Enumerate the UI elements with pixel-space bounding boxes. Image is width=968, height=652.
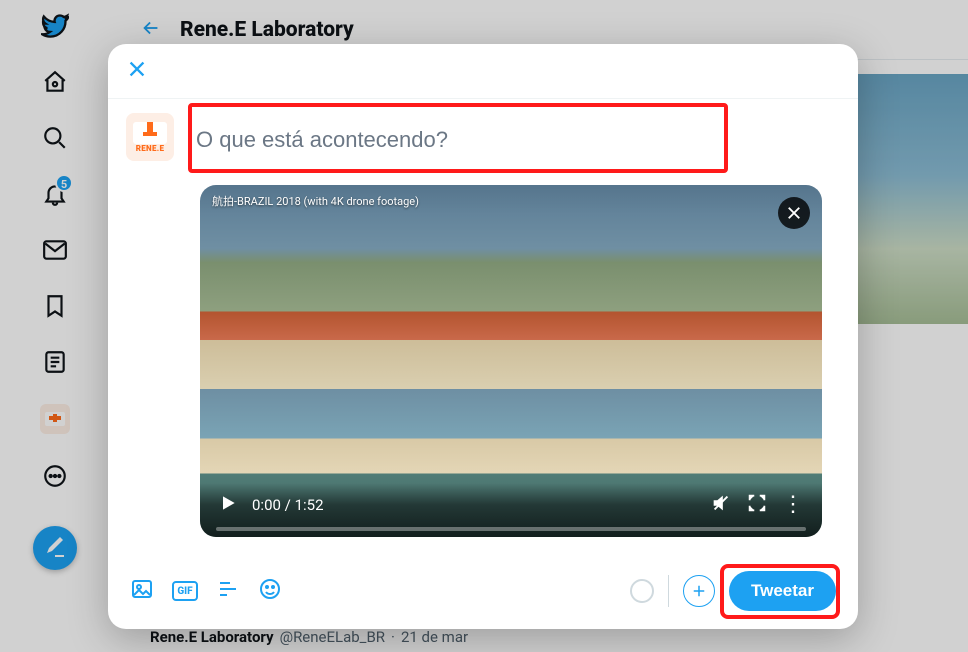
video-attachment: 航拍-BRAZIL 2018 (with 4K drone footage) 0… xyxy=(200,185,822,537)
user-avatar: RENE.E xyxy=(126,113,174,161)
character-count-ring xyxy=(630,579,654,603)
compose-toolbar: GIF Tweetar xyxy=(108,559,858,629)
tweet-text-input[interactable] xyxy=(188,113,840,167)
video-time: 0:00 / 1:52 xyxy=(252,496,324,514)
video-controls: 0:00 / 1:52 ⋮ xyxy=(200,483,822,537)
modal-header xyxy=(108,44,858,99)
add-thread-button[interactable] xyxy=(683,575,715,607)
play-icon[interactable] xyxy=(218,493,238,517)
emoji-icon[interactable] xyxy=(258,577,282,605)
media-icon[interactable] xyxy=(130,577,154,605)
video-progress[interactable] xyxy=(216,527,806,531)
fullscreen-icon[interactable] xyxy=(746,492,768,518)
video-filename: 航拍-BRAZIL 2018 (with 4K drone footage) xyxy=(212,193,419,209)
close-button[interactable] xyxy=(126,58,148,84)
mute-icon[interactable] xyxy=(710,492,732,518)
compose-modal: RENE.E 航拍-BRAZIL 2018 (with 4K drone foo… xyxy=(108,44,858,629)
remove-media-button[interactable] xyxy=(778,197,810,229)
poll-icon[interactable] xyxy=(216,577,240,605)
toolbar-divider xyxy=(668,575,669,607)
gif-icon[interactable]: GIF xyxy=(172,581,198,601)
tweet-button[interactable]: Tweetar xyxy=(729,571,836,611)
